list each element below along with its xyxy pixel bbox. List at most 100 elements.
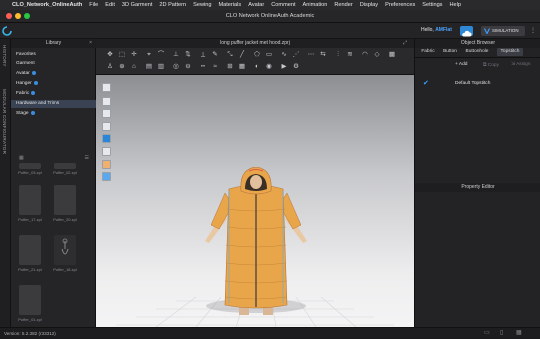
video-icon[interactable]: ▶ bbox=[280, 63, 288, 71]
menu-3d-garment[interactable]: 3D Garment bbox=[122, 2, 152, 8]
layout-icon[interactable]: ▭ bbox=[484, 328, 490, 339]
menu-sewing[interactable]: Sewing bbox=[193, 2, 211, 8]
menu-avatar[interactable]: Avatar bbox=[248, 2, 264, 8]
texture-icon[interactable]: ▩ bbox=[388, 51, 396, 59]
menu-comment[interactable]: Comment bbox=[271, 2, 295, 8]
menu-settings[interactable]: Settings bbox=[422, 2, 442, 8]
history-tab[interactable]: HISTORY bbox=[2, 45, 7, 67]
seam-icon[interactable]: ⤡ bbox=[226, 51, 234, 59]
edit-pattern-icon[interactable]: ✎ bbox=[211, 51, 219, 59]
select-move-icon[interactable]: ✥ bbox=[106, 51, 114, 59]
grid-view-icon[interactable]: ▦ bbox=[19, 155, 24, 161]
tack-icon[interactable]: ⊥ bbox=[172, 51, 180, 59]
arrange-icon[interactable]: ⇅ bbox=[184, 51, 192, 59]
tab-buttonhole[interactable]: Buttonhole bbox=[464, 48, 490, 56]
select-mesh-icon[interactable]: ⬚ bbox=[118, 51, 126, 59]
thumbnail[interactable] bbox=[19, 285, 41, 315]
cloud-button[interactable] bbox=[460, 26, 473, 37]
more-options-icon[interactable]: ⋮ bbox=[530, 27, 536, 34]
tab-fabric[interactable]: Fabric bbox=[419, 48, 437, 56]
thumbnail[interactable] bbox=[19, 185, 41, 215]
trim-icon[interactable]: ◇ bbox=[373, 51, 381, 59]
library-item-label: Hanger bbox=[16, 81, 32, 86]
list-view-icon[interactable]: ☰ bbox=[85, 155, 89, 161]
library-item-hardware-and-trims[interactable]: Hardware and Trims bbox=[11, 100, 96, 108]
graphic-icon[interactable]: ▥ bbox=[157, 63, 165, 71]
menu-2d-pattern[interactable]: 2D Pattern bbox=[159, 2, 186, 8]
add-button[interactable]: + Add bbox=[455, 62, 467, 67]
menu-help[interactable]: Help bbox=[449, 2, 461, 8]
close-window-button[interactable] bbox=[6, 13, 12, 19]
display-garment-icon[interactable] bbox=[102, 97, 111, 106]
rectangle-icon[interactable]: ▭ bbox=[265, 51, 273, 59]
snapshot-icon[interactable]: ◉ bbox=[265, 63, 273, 71]
menu-animation[interactable]: Animation bbox=[303, 2, 328, 8]
settings-icon[interactable]: ⚙ bbox=[292, 63, 300, 71]
library-item-avatar[interactable]: Avatar bbox=[11, 70, 96, 78]
curve-icon[interactable]: ∿ bbox=[280, 51, 288, 59]
display-fabric-icon[interactable] bbox=[102, 109, 111, 118]
tab-topstitch[interactable]: Topstitch bbox=[497, 48, 523, 56]
copy-button[interactable]: ⧉ Copy bbox=[483, 62, 499, 68]
line-icon[interactable]: ╱ bbox=[238, 51, 246, 59]
menu-app-name[interactable]: CLO_Network_OnlineAuth bbox=[12, 2, 82, 8]
piping-icon[interactable]: ◠ bbox=[361, 51, 369, 59]
zoom-window-button[interactable] bbox=[24, 13, 30, 19]
modular-configurator-tab[interactable]: MODULAR CONFIGURATOR bbox=[2, 89, 7, 154]
library-item-hanger[interactable]: Hanger bbox=[11, 80, 96, 88]
transform-icon[interactable]: ✛ bbox=[130, 51, 138, 59]
menu-materials[interactable]: Materials bbox=[218, 2, 241, 8]
buttonhole-icon[interactable]: ⊖ bbox=[184, 63, 192, 71]
sticking-icon[interactable]: ⊞ bbox=[226, 63, 234, 71]
expand-icon[interactable]: ⤢ bbox=[403, 40, 407, 46]
arrangement-icon[interactable]: ⊕ bbox=[118, 63, 126, 71]
pin-icon[interactable]: ⌖ bbox=[145, 51, 153, 59]
stitch-icon[interactable]: ⋯ bbox=[307, 51, 315, 59]
menu-display[interactable]: Display bbox=[360, 2, 378, 8]
avatar-icon[interactable]: ♙ bbox=[106, 63, 114, 71]
measure-icon[interactable]: ⟂ bbox=[199, 51, 207, 59]
display-skin-icon[interactable] bbox=[102, 160, 111, 169]
internal-line-icon[interactable]: ⋰ bbox=[292, 51, 300, 59]
library-item-garment[interactable]: Garment bbox=[11, 60, 96, 68]
display-avatar-icon[interactable] bbox=[102, 83, 111, 92]
assign-button[interactable]: ⇲ Assign bbox=[511, 62, 531, 67]
thumbnail[interactable] bbox=[19, 163, 41, 169]
library-item-stage[interactable]: Stage bbox=[11, 110, 96, 118]
hanger-icon[interactable]: ⌂ bbox=[130, 63, 138, 71]
puckering-icon[interactable]: ≈ bbox=[211, 63, 219, 71]
sewing-icon[interactable]: ⇆ bbox=[319, 51, 327, 59]
simulation-mode-button[interactable]: SIMULATION bbox=[481, 26, 525, 36]
topstitch-list-item[interactable]: ✔ Default Topstitch bbox=[415, 79, 540, 88]
thumbnail[interactable] bbox=[19, 235, 41, 265]
menu-preferences[interactable]: Preferences bbox=[385, 2, 415, 8]
thumbnail[interactable] bbox=[54, 185, 76, 215]
thumbnail[interactable] bbox=[54, 163, 76, 169]
minimize-window-button[interactable] bbox=[15, 13, 21, 19]
grid-layout-icon[interactable]: ▦ bbox=[516, 328, 522, 339]
menu-render[interactable]: Render bbox=[334, 2, 352, 8]
fold-icon[interactable]: ⌒ bbox=[157, 51, 165, 59]
username[interactable]: AMFlat bbox=[435, 27, 452, 33]
fabric-icon[interactable]: ▤ bbox=[145, 63, 153, 71]
fit-map-icon[interactable]: ▦ bbox=[238, 63, 246, 71]
polygon-icon[interactable]: ⬠ bbox=[253, 51, 261, 59]
display-wireframe-icon[interactable] bbox=[102, 147, 111, 156]
display-stitch-icon[interactable] bbox=[102, 122, 111, 131]
render-icon[interactable]: ◐ bbox=[253, 63, 261, 71]
3d-viewport[interactable] bbox=[96, 75, 414, 327]
library-item-favorites[interactable]: Favorites bbox=[11, 51, 96, 59]
menu-file[interactable]: File bbox=[89, 2, 98, 8]
button-icon[interactable]: ◎ bbox=[172, 63, 180, 71]
topstitch-icon[interactable]: ┅ bbox=[199, 63, 207, 71]
menu-edit[interactable]: Edit bbox=[105, 2, 115, 8]
split-view-icon[interactable]: ▯ bbox=[500, 328, 503, 339]
tab-button[interactable]: Button bbox=[441, 48, 459, 56]
display-environment-icon[interactable] bbox=[102, 172, 111, 181]
zipper-icon[interactable]: ⫶ bbox=[334, 51, 342, 59]
panel-close-icon[interactable]: × bbox=[89, 39, 92, 48]
elastic-icon[interactable]: ≋ bbox=[346, 51, 354, 59]
library-item-fabric[interactable]: Fabric bbox=[11, 90, 96, 98]
thumbnail[interactable] bbox=[54, 235, 76, 265]
display-mode-icon[interactable] bbox=[102, 134, 111, 143]
